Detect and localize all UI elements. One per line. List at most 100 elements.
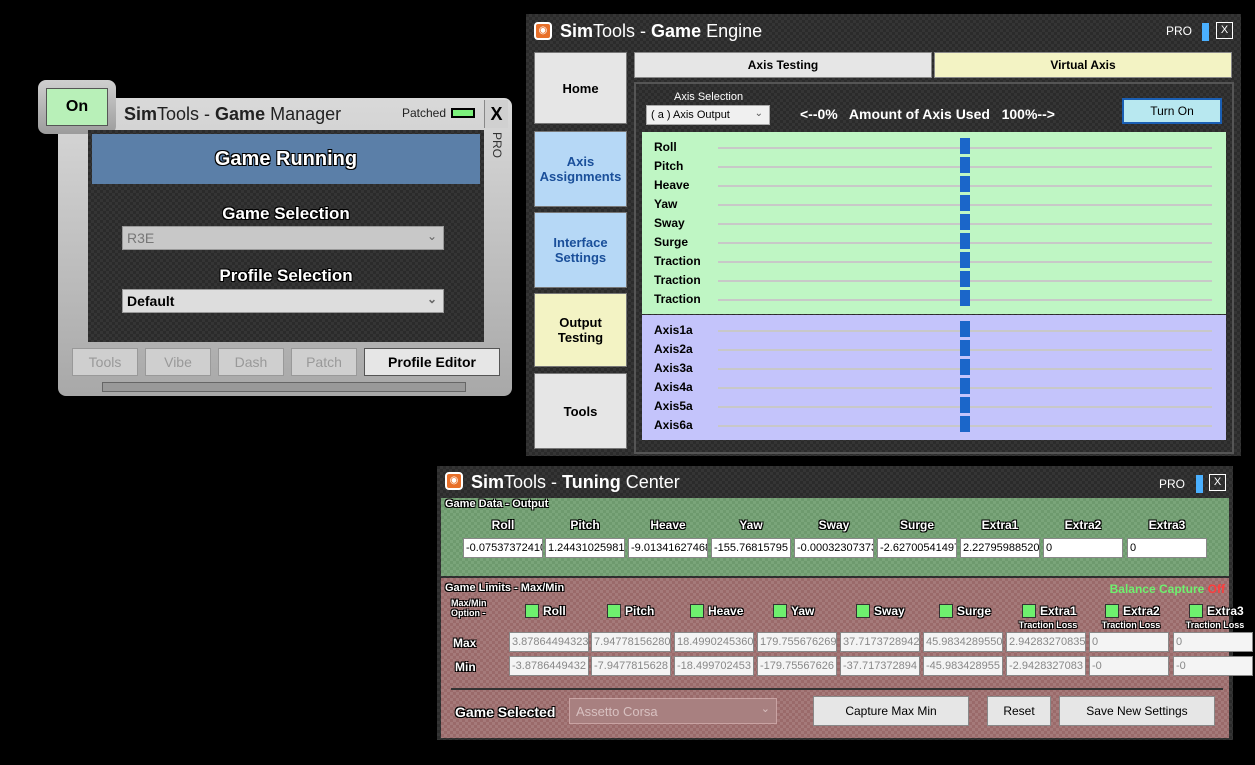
game-axes-panel: Roll Pitch Heave Yaw Sway Surge Traction Tracti…	[642, 132, 1226, 314]
min-value-field[interactable]: -2.9428327083	[1006, 656, 1086, 676]
tab-axis-testing[interactable]: Axis Testing	[634, 52, 932, 78]
title-tools: Tools -	[593, 21, 652, 41]
axis-slider-thumb[interactable]	[960, 214, 970, 230]
chevron-down-icon: ⌄	[426, 292, 437, 306]
tab-tools[interactable]: Tools	[72, 348, 138, 376]
game-selected-dropdown[interactable]: Assetto Corsa ⌄	[569, 698, 777, 724]
max-min-option-label: Extra1	[1040, 604, 1077, 618]
axis-slider-row: Pitch	[642, 157, 1226, 176]
output-value-field[interactable]: -2.62700541497	[877, 538, 957, 558]
tab-dash[interactable]: Dash	[218, 348, 284, 376]
close-button[interactable]: X	[484, 100, 508, 128]
min-value-field[interactable]: -18.499702453	[674, 656, 754, 676]
min-value-field[interactable]: -45.983428955	[923, 656, 1003, 676]
close-button[interactable]: X	[1216, 22, 1233, 39]
capture-state[interactable]: Off	[1208, 582, 1225, 596]
profile-selection-dropdown[interactable]: Default ⌄	[122, 289, 444, 313]
axis-slider-thumb[interactable]	[960, 321, 970, 337]
output-axes-panel: Axis1a Axis2a Axis3a Axis4a Axis5a Axis6a	[642, 315, 1226, 440]
turn-on-button[interactable]: Turn On	[1122, 98, 1222, 124]
nav-output-testing[interactable]: Output Testing	[534, 293, 627, 367]
axis-label: Heave	[654, 178, 690, 192]
max-min-option-checkbox[interactable]	[856, 604, 870, 618]
axis-slider-thumb[interactable]	[960, 397, 970, 413]
capture-max-min-button[interactable]: Capture Max Min	[813, 696, 969, 726]
output-value-field[interactable]: -155.76815795	[711, 538, 791, 558]
amount-of-axis-label: <--0% Amount of Axis Used 100%-->	[800, 106, 1055, 122]
axis-label: Axis5a	[654, 399, 693, 413]
axis-slider-thumb[interactable]	[960, 271, 970, 287]
output-value-field[interactable]: 0	[1127, 538, 1207, 558]
axis-slider-thumb[interactable]	[960, 378, 970, 394]
simtools-logo-icon: ◉	[534, 22, 552, 40]
max-value-field[interactable]: 179.755676269	[757, 632, 837, 652]
max-value-field[interactable]: 45.9834289550	[923, 632, 1003, 652]
reset-button[interactable]: Reset	[987, 696, 1051, 726]
max-value-field[interactable]: 18.4990245360	[674, 632, 754, 652]
max-min-option-checkbox[interactable]	[773, 604, 787, 618]
min-value-field[interactable]: -37.717372894	[840, 656, 920, 676]
axis-slider-thumb[interactable]	[960, 233, 970, 249]
axis-slider-row: Axis2a	[642, 340, 1226, 359]
capture-label[interactable]: Capture	[1159, 582, 1204, 596]
close-button[interactable]: X	[1209, 474, 1226, 491]
title-manager: Manager	[265, 104, 342, 124]
game-manager-window: On SimTools - Game Manager Patched X PRO…	[38, 80, 512, 396]
max-min-option-checkbox[interactable]	[525, 604, 539, 618]
tab-virtual-axis[interactable]: Virtual Axis	[934, 52, 1232, 78]
on-toggle[interactable]: On	[38, 80, 116, 134]
title-sim: Sim	[471, 472, 505, 492]
min-value-field[interactable]: -0	[1173, 656, 1253, 676]
min-value-field[interactable]: -179.75567626	[757, 656, 837, 676]
horizontal-scrollbar[interactable]	[102, 382, 466, 392]
output-value-field[interactable]: 2.22795988520	[960, 538, 1040, 558]
nav-interface-settings[interactable]: Interface Settings	[534, 212, 627, 288]
max-min-option-checkbox[interactable]	[1189, 604, 1203, 618]
game-selection-dropdown[interactable]: R3E ⌄	[122, 226, 444, 250]
output-value-field[interactable]: 1.24431025981	[545, 538, 625, 558]
max-value-field[interactable]: 37.7173728942	[840, 632, 920, 652]
axis-label: Yaw	[654, 197, 678, 211]
min-value-field[interactable]: -7.9477815628	[591, 656, 671, 676]
save-new-settings-button[interactable]: Save New Settings	[1059, 696, 1215, 726]
max-min-option-checkbox[interactable]	[1105, 604, 1119, 618]
axis-slider-thumb[interactable]	[960, 195, 970, 211]
max-value-field[interactable]: 0	[1173, 632, 1253, 652]
max-value-field[interactable]: 7.94778156280	[591, 632, 671, 652]
axis-slider-thumb[interactable]	[960, 290, 970, 306]
nav-axis-assignments[interactable]: Axis Assignments	[534, 131, 627, 207]
max-min-option-checkbox[interactable]	[1022, 604, 1036, 618]
max-value-field[interactable]: 2.94283270835	[1006, 632, 1086, 652]
nav-home[interactable]: Home	[534, 52, 627, 124]
output-value-field[interactable]: -0.07537372410	[463, 538, 543, 558]
min-value-field[interactable]: -3.8786449432	[509, 656, 589, 676]
min-row-label: Min	[455, 660, 476, 674]
axis-slider-row: Axis6a	[642, 416, 1226, 435]
on-button-label[interactable]: On	[46, 88, 108, 126]
axis-slider-row: Traction	[642, 271, 1226, 290]
max-min-option-checkbox[interactable]	[690, 604, 704, 618]
axis-slider-thumb[interactable]	[960, 359, 970, 375]
max-min-option-checkbox[interactable]	[607, 604, 621, 618]
tab-patch[interactable]: Patch	[291, 348, 357, 376]
chevron-down-icon: ⌄	[754, 108, 763, 119]
max-value-field[interactable]: 3.87864494323	[509, 632, 589, 652]
output-value-field[interactable]: 0	[1043, 538, 1123, 558]
axis-slider-thumb[interactable]	[960, 176, 970, 192]
axis-slider-thumb[interactable]	[960, 157, 970, 173]
tab-vibe[interactable]: Vibe	[145, 348, 211, 376]
axis-slider-thumb[interactable]	[960, 138, 970, 154]
nav-tools[interactable]: Tools	[534, 373, 627, 449]
axis-label: Axis2a	[654, 342, 693, 356]
output-value-field[interactable]: -0.00032307373	[794, 538, 874, 558]
output-value-field[interactable]: -9.01341627468	[628, 538, 708, 558]
tab-profile-editor[interactable]: Profile Editor	[364, 348, 500, 376]
min-value-field[interactable]: -0	[1089, 656, 1169, 676]
axis-slider-thumb[interactable]	[960, 340, 970, 356]
axis-selection-dropdown[interactable]: ( a ) Axis Output ⌄	[646, 105, 770, 125]
pro-label: PRO	[1166, 24, 1193, 38]
axis-slider-thumb[interactable]	[960, 252, 970, 268]
axis-slider-thumb[interactable]	[960, 416, 970, 432]
max-min-option-checkbox[interactable]	[939, 604, 953, 618]
max-value-field[interactable]: 0	[1089, 632, 1169, 652]
